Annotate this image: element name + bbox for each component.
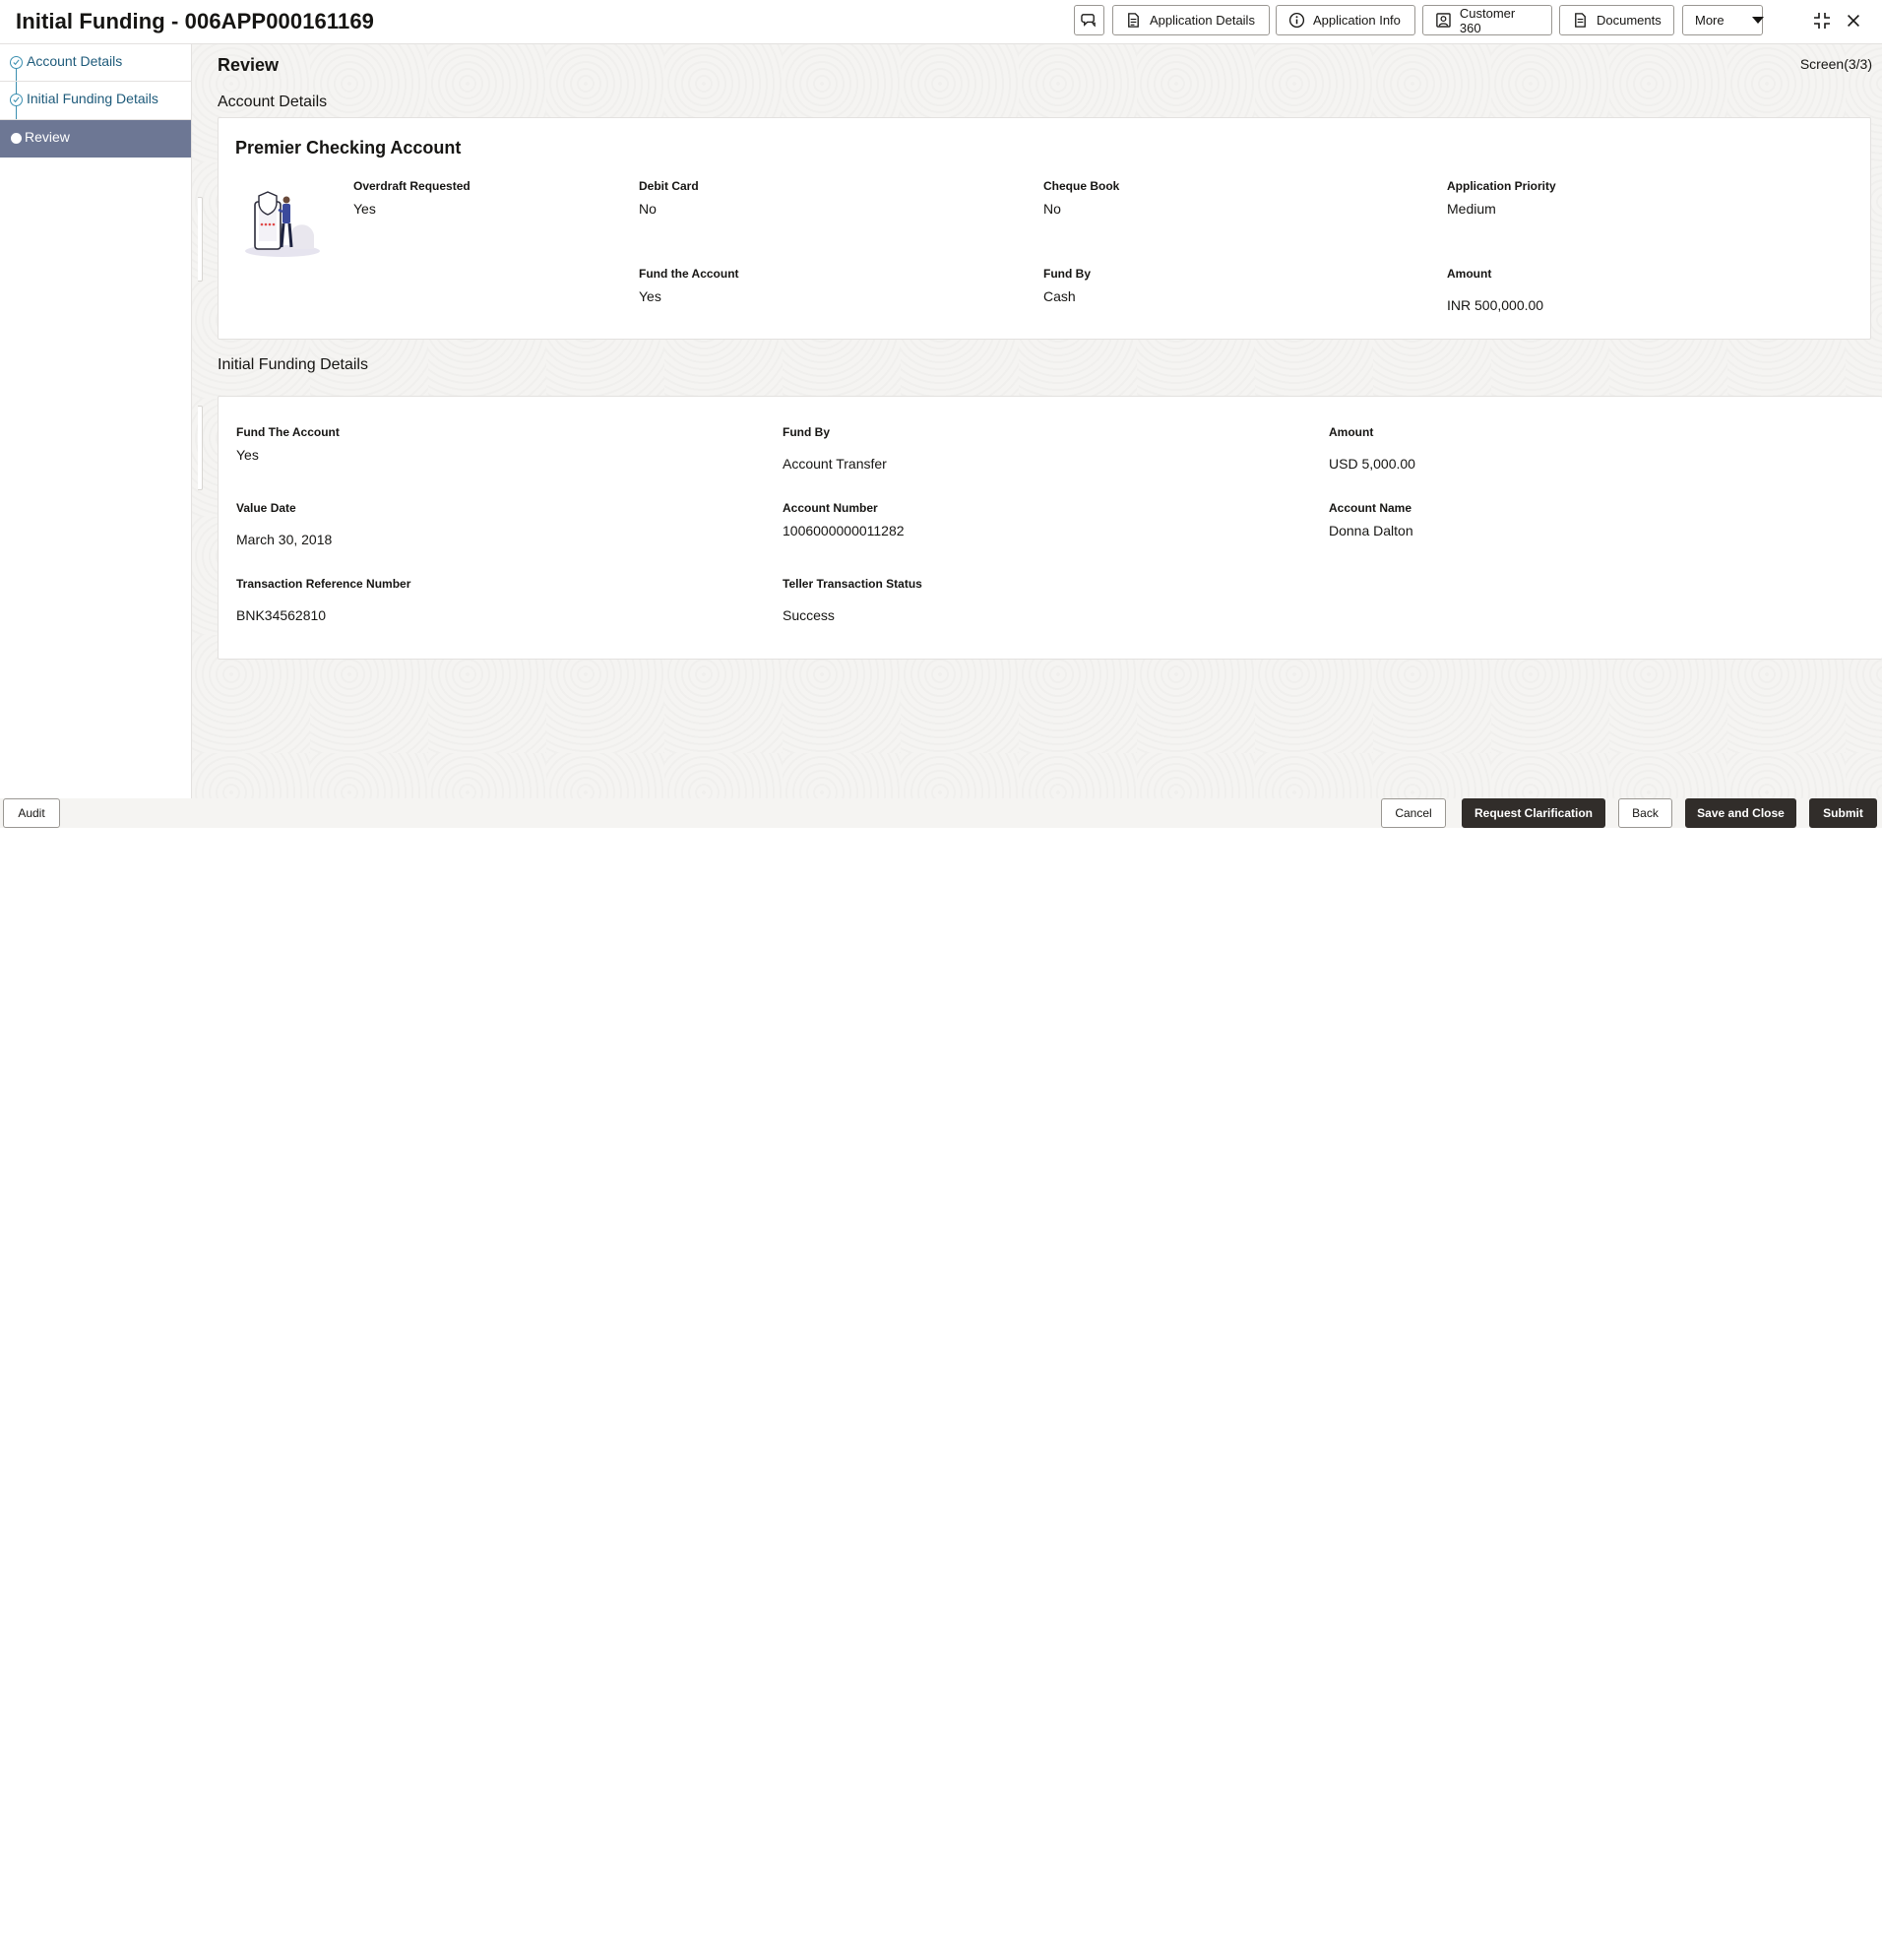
field-value: March 30, 2018 <box>236 532 333 547</box>
close-icon <box>1848 15 1859 27</box>
application-details-button[interactable]: Application Details <box>1112 5 1270 35</box>
info-icon <box>1288 12 1305 29</box>
customer-360-label: Customer 360 <box>1459 5 1516 35</box>
field-value: BNK34562810 <box>236 607 327 623</box>
page-title: Review <box>218 55 280 75</box>
request-clarification-button[interactable]: Request Clarification <box>1462 798 1605 828</box>
field-value: Medium <box>1447 201 1496 217</box>
field-label: Value Date <box>236 501 296 515</box>
collapse-icon <box>1814 13 1830 29</box>
field-label: Application Priority <box>1447 179 1556 193</box>
save-and-close-button[interactable]: Save and Close <box>1685 798 1796 828</box>
app-window: Initial Funding - 006APP000161169 Applic… <box>0 0 1882 828</box>
field-value: 1006000000011282 <box>783 523 905 538</box>
sidebar: Account Details Initial Funding Details … <box>0 44 192 798</box>
chat-button[interactable] <box>1074 5 1104 35</box>
field-label: Account Number <box>783 501 878 515</box>
step-current-icon <box>11 133 22 144</box>
document-icon <box>1128 13 1139 28</box>
cancel-button[interactable]: Cancel <box>1381 798 1446 828</box>
sidebar-step-review[interactable]: Review <box>0 120 191 158</box>
screen-indicator: Screen(3/3) <box>1799 56 1872 72</box>
more-dropdown[interactable]: More <box>1682 5 1764 35</box>
account-details-heading: Account Details <box>218 94 328 110</box>
field-label: Debit Card <box>639 179 699 193</box>
field-value: No <box>1043 201 1061 217</box>
field-label: Fund By <box>783 425 830 439</box>
documents-button[interactable]: Documents <box>1559 5 1674 35</box>
application-info-label: Application Info <box>1313 13 1401 28</box>
field-label: Fund The Account <box>236 425 340 439</box>
more-label: More <box>1695 13 1725 28</box>
audit-button[interactable]: Audit <box>3 798 60 828</box>
field-value: Yes <box>236 447 259 463</box>
field-label: Amount <box>1447 267 1492 281</box>
submit-button[interactable]: Submit <box>1809 798 1877 828</box>
collapse-handle[interactable] <box>198 197 203 282</box>
documents-icon <box>1575 13 1586 28</box>
field-value: Success <box>783 607 835 623</box>
field-label: Cheque Book <box>1043 179 1120 193</box>
collapse-handle[interactable] <box>198 406 203 490</box>
field-label: Account Name <box>1329 501 1412 515</box>
customer-icon <box>1436 13 1451 28</box>
field-label: Transaction Reference Number <box>236 577 411 591</box>
field-label: Fund By <box>1043 267 1091 281</box>
back-button[interactable]: Back <box>1618 798 1672 828</box>
field-value: Cash <box>1043 288 1076 304</box>
step-complete-icon <box>10 56 23 69</box>
documents-label: Documents <box>1597 13 1662 28</box>
field-label: Amount <box>1329 425 1374 439</box>
field-value: INR 500,000.00 <box>1447 297 1544 313</box>
field-value: No <box>639 201 657 217</box>
initial-funding-card <box>218 396 1882 660</box>
step-complete-icon <box>10 94 23 106</box>
initial-funding-heading: Initial Funding Details <box>218 356 368 373</box>
customer-360-button[interactable]: Customer 360 <box>1422 5 1552 35</box>
sidebar-step-initial-funding-details[interactable]: Initial Funding Details <box>0 82 191 119</box>
minimize-button[interactable] <box>1810 9 1834 32</box>
sidebar-step-label: Initial Funding Details <box>27 91 158 106</box>
field-value: Yes <box>353 201 376 217</box>
account-details-card <box>218 117 1871 340</box>
chat-icon <box>1081 14 1096 28</box>
application-details-label: Application Details <box>1150 13 1255 28</box>
sidebar-step-label: Review <box>25 129 70 145</box>
field-label: Overdraft Requested <box>353 179 470 193</box>
sidebar-step-label: Account Details <box>27 53 123 69</box>
field-value: Account Transfer <box>783 456 887 472</box>
sidebar-step-account-details[interactable]: Account Details <box>0 44 191 82</box>
field-value: USD 5,000.00 <box>1329 456 1415 472</box>
field-label: Teller Transaction Status <box>783 577 922 591</box>
field-label: Fund the Account <box>639 267 739 281</box>
application-info-button[interactable]: Application Info <box>1276 5 1415 35</box>
close-button[interactable] <box>1842 9 1865 32</box>
field-value: Yes <box>639 288 661 304</box>
header-bar: Initial Funding - 006APP000161169 Applic… <box>0 0 1882 44</box>
product-name: Premier Checking Account <box>235 138 462 158</box>
chevron-down-icon <box>1751 17 1764 24</box>
page-header-title: Initial Funding - 006APP000161169 <box>16 9 375 33</box>
account-illustration <box>245 191 320 257</box>
field-value: Donna Dalton <box>1329 523 1413 538</box>
